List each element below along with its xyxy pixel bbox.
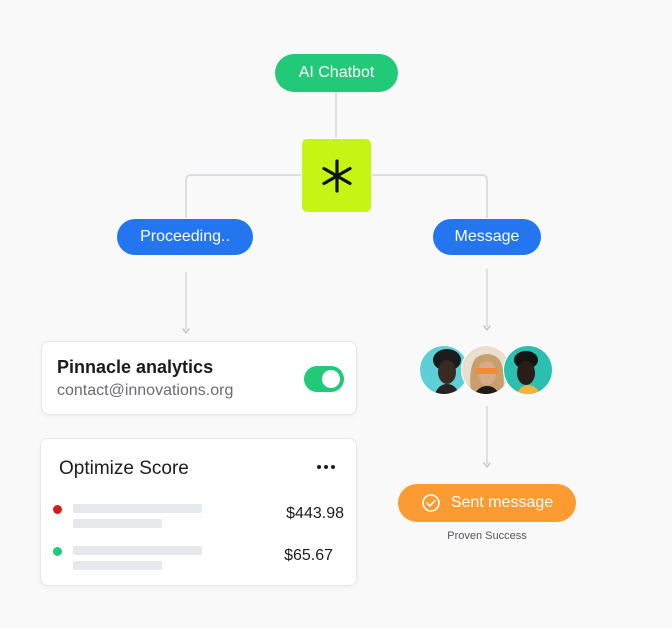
- score-row: $65.67: [41, 543, 356, 583]
- placeholder-bar: [73, 519, 162, 528]
- optimize-score-card: Optimize Score $443.98 $65.67: [40, 438, 357, 586]
- check-circle-icon: [422, 494, 440, 512]
- ai-chatbot-node[interactable]: AI Chatbot: [275, 54, 398, 92]
- center-hub[interactable]: [302, 139, 371, 212]
- row-amount: $65.67: [284, 547, 333, 564]
- proceeding-node[interactable]: Proceeding..: [117, 219, 253, 255]
- person-avatar-icon: [514, 351, 541, 394]
- avatar[interactable]: [503, 345, 553, 395]
- score-title: Optimize Score: [59, 458, 189, 479]
- pinnacle-toggle[interactable]: [304, 366, 344, 392]
- avatar-group: [419, 345, 555, 397]
- placeholder-bar: [73, 561, 162, 570]
- message-label: Message: [454, 228, 520, 245]
- ai-chatbot-label: AI Chatbot: [298, 64, 375, 81]
- pinnacle-email: contact@innovations.org: [57, 382, 234, 399]
- sent-message-node[interactable]: Sent message: [398, 484, 576, 522]
- status-dot-green: [53, 547, 62, 556]
- placeholder-bar: [73, 504, 202, 513]
- row-amount: $443.98: [286, 505, 344, 522]
- connector-center-message: [372, 174, 488, 218]
- connector-center-proceeding: [185, 174, 301, 218]
- score-row: $443.98: [41, 501, 356, 541]
- message-node[interactable]: Message: [433, 219, 541, 255]
- status-dot-red: [53, 505, 62, 514]
- proceeding-label: Proceeding..: [140, 228, 230, 245]
- more-horizontal-icon[interactable]: [317, 465, 335, 469]
- placeholder-bar: [73, 546, 202, 555]
- asterisk-icon: [321, 158, 352, 193]
- proven-success-caption: Proven Success: [447, 530, 527, 542]
- pinnacle-card: Pinnacle analytics contact@innovations.o…: [41, 341, 357, 415]
- pinnacle-title: Pinnacle analytics: [57, 357, 214, 377]
- sent-message-label: Sent message: [450, 494, 554, 511]
- toggle-knob: [322, 370, 340, 388]
